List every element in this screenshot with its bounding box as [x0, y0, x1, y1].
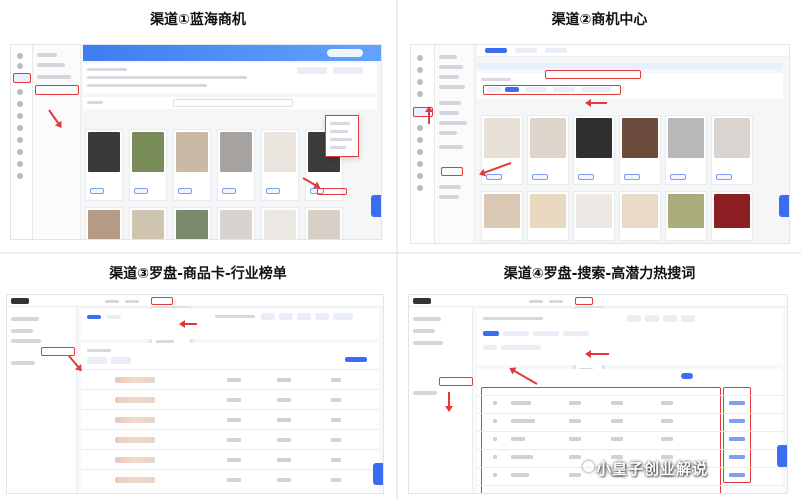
filter-area — [477, 309, 783, 365]
panel-blue-ocean: 渠道①蓝海商机 — [0, 0, 396, 252]
panel-screenshot — [10, 44, 382, 240]
top-nav — [7, 295, 383, 307]
panel-compass-product-card: 渠道③罗盘-商品卡-行业榜单 — [0, 254, 396, 500]
sidebar-selected[interactable] — [13, 73, 31, 83]
filter-area — [83, 63, 377, 93]
float-service-button[interactable] — [371, 195, 381, 217]
sidebar — [7, 307, 77, 493]
top-nav — [409, 295, 787, 307]
sidebar-highlight[interactable] — [439, 377, 473, 386]
sort-dropdown[interactable] — [325, 115, 359, 157]
nav-highlight[interactable] — [151, 297, 173, 305]
sub-menu-highlight[interactable] — [441, 167, 463, 176]
search-row — [83, 97, 377, 109]
arrow-icon — [428, 108, 430, 124]
sub-menu-highlight[interactable] — [35, 85, 79, 95]
search-highlight[interactable] — [545, 70, 641, 79]
arrow-icon — [587, 353, 609, 355]
quad-grid: 渠道①蓝海商机 渠道②商机中心 渠道③罗盘-商品卡-行业榜单 渠道④罗盘-搜索-… — [0, 0, 801, 500]
panel-screenshot — [410, 44, 790, 244]
sidebar — [411, 45, 435, 243]
arrow-icon — [587, 102, 607, 104]
panel-screenshot — [6, 294, 384, 494]
panel-title: 渠道②商机中心 — [551, 12, 648, 28]
sub-menu — [33, 45, 81, 239]
arrow-icon — [181, 323, 197, 325]
panel-title: 渠道①蓝海商机 — [150, 12, 246, 28]
arrow-icon — [448, 392, 450, 410]
nav-highlight[interactable] — [575, 297, 593, 305]
sub-menu — [435, 45, 475, 243]
banner — [83, 45, 381, 61]
sidebar — [11, 45, 33, 239]
sidebar — [409, 307, 473, 493]
notice-bar — [477, 63, 783, 69]
logo-circle-icon — [583, 461, 594, 472]
tab-bar — [477, 45, 789, 57]
float-service-button[interactable] — [779, 195, 789, 217]
float-service-button[interactable] — [777, 445, 787, 467]
panel-title: 渠道③罗盘-商品卡-行业榜单 — [109, 266, 287, 282]
panel-opportunity-center: 渠道②商机中心 — [398, 0, 801, 252]
ranking-table — [81, 343, 379, 493]
card-highlight[interactable] — [317, 188, 347, 195]
float-service-button[interactable] — [373, 463, 383, 485]
filter-area — [81, 309, 379, 339]
panel-title: 渠道④罗盘-搜索-高潜力热搜词 — [503, 266, 696, 282]
watermark: 小皇子创业解说 — [596, 460, 709, 478]
